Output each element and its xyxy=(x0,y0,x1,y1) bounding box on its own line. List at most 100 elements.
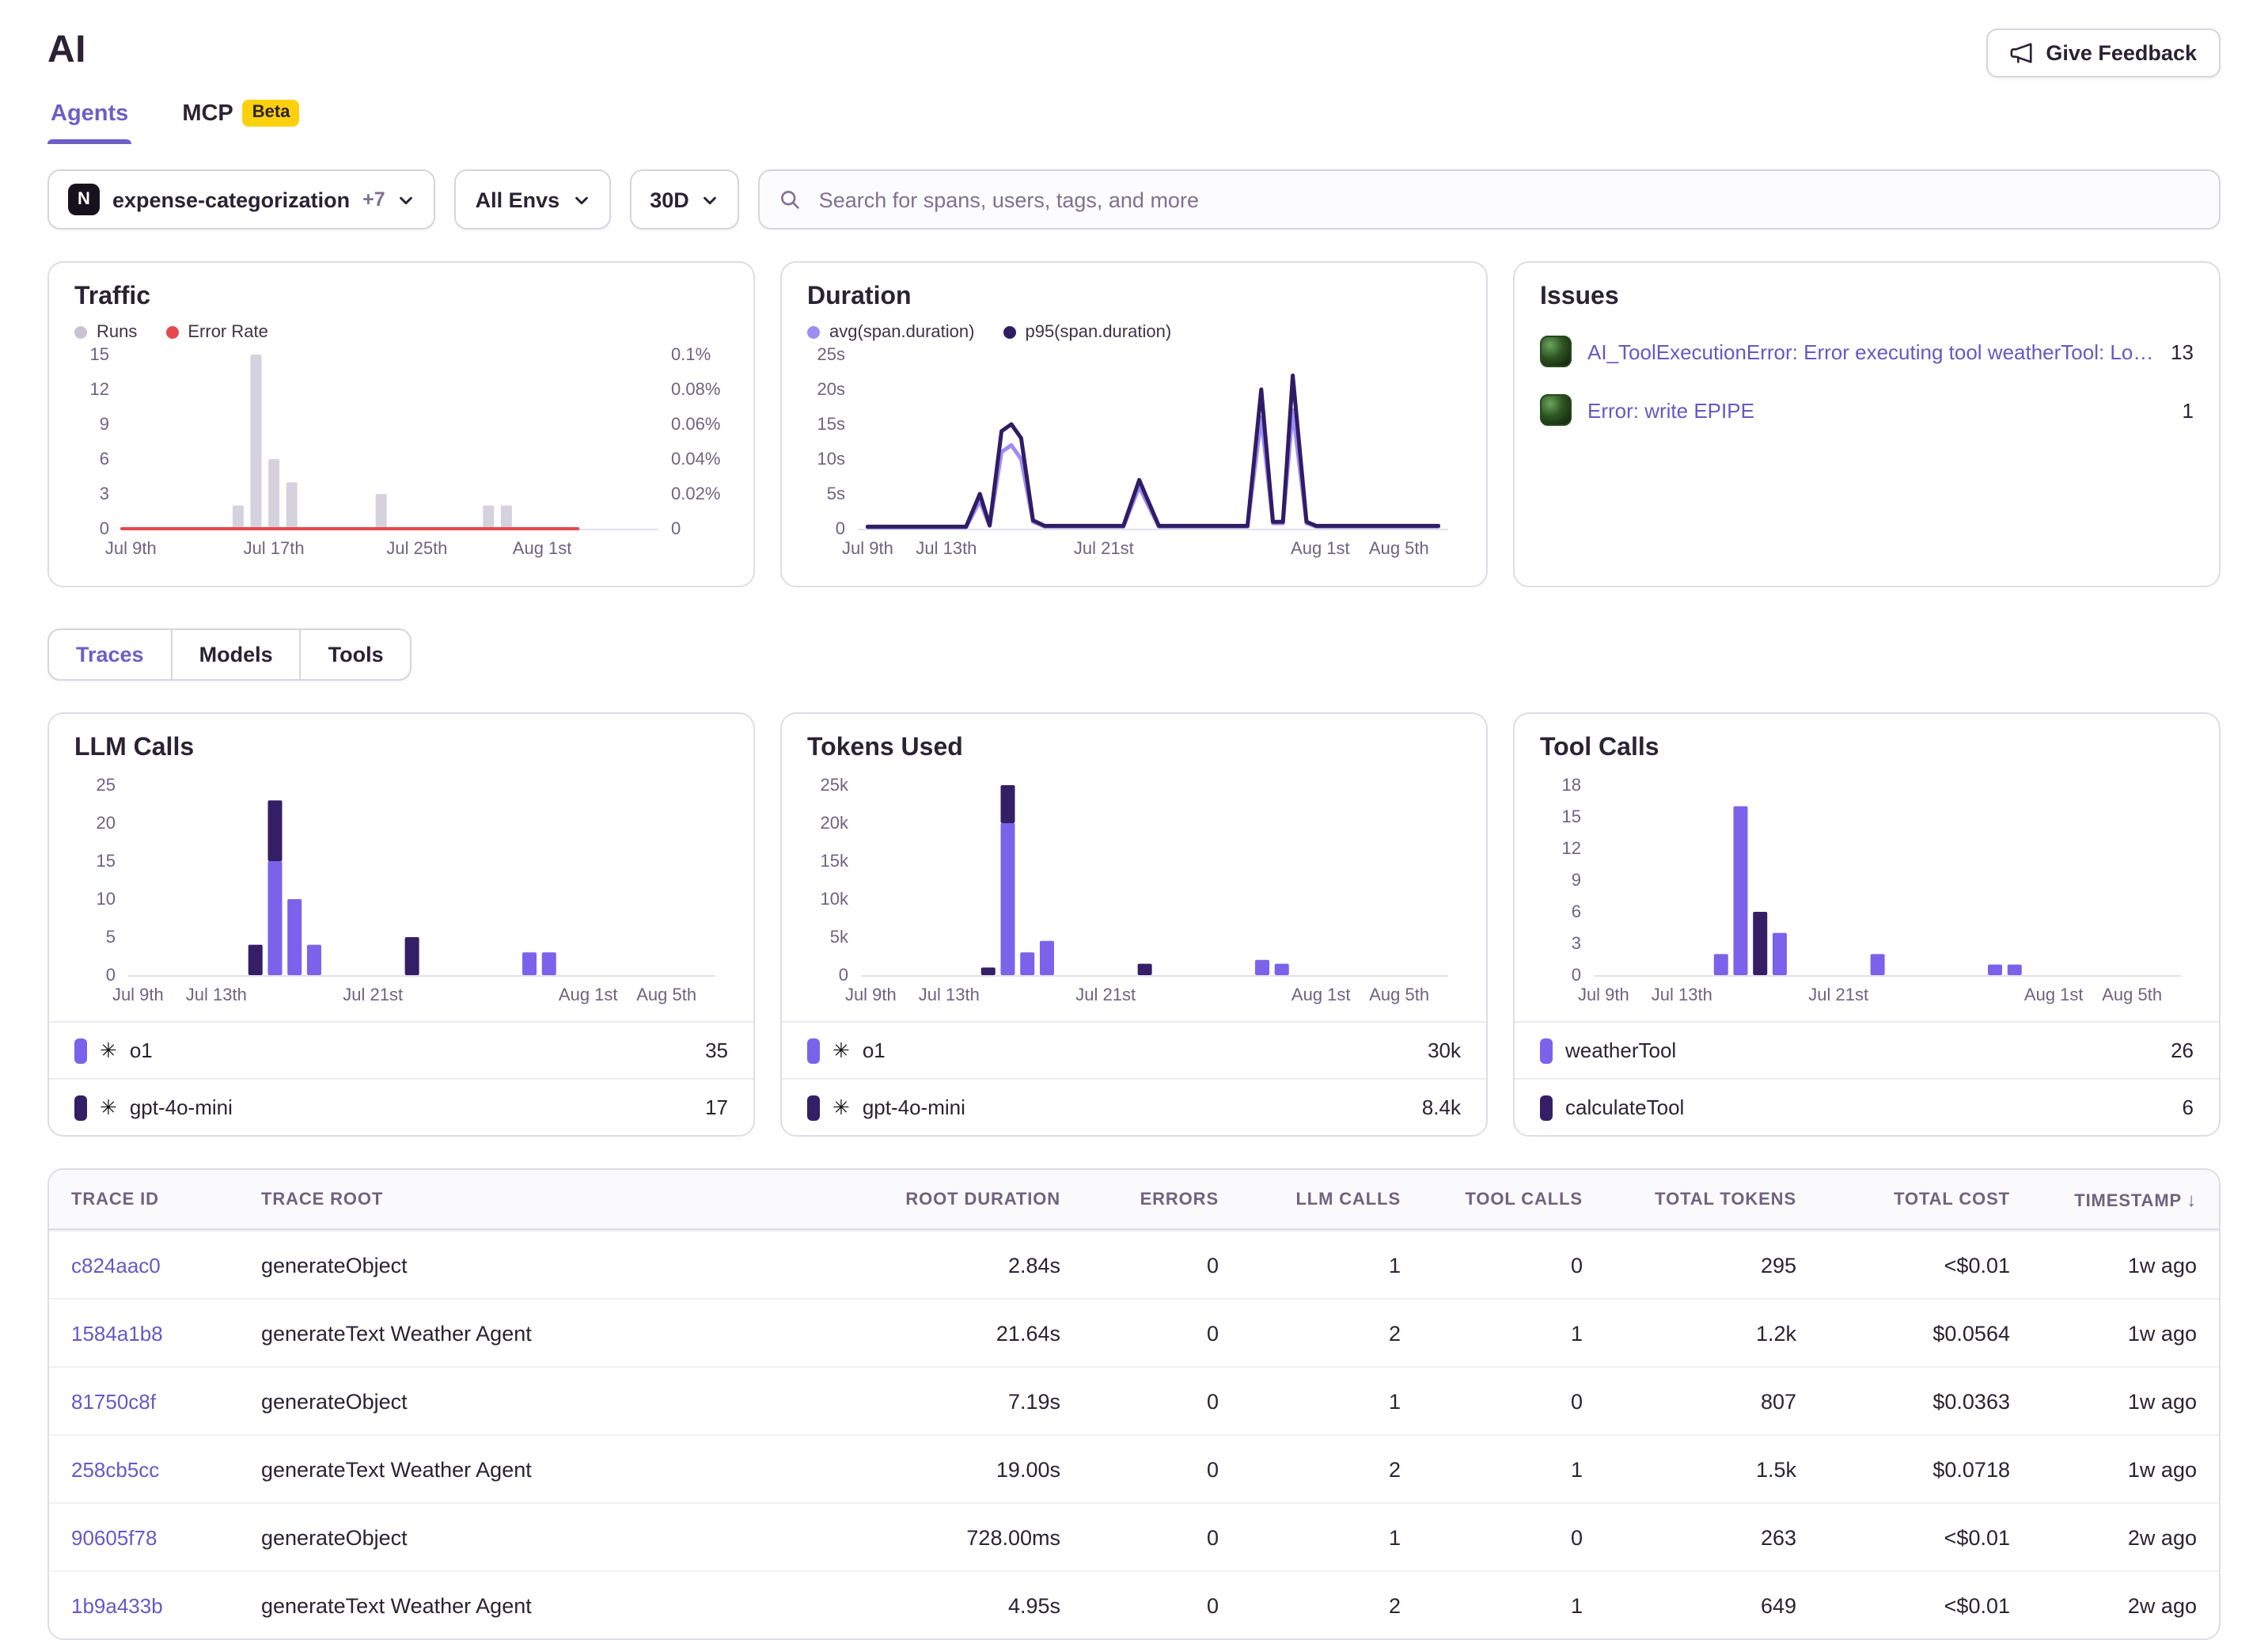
error-rate-legend-dot xyxy=(165,326,178,339)
timestamp[interactable]: 1w ago xyxy=(2128,1321,2197,1345)
subtab-models-label: Models xyxy=(199,643,273,666)
trace-root: generateObject xyxy=(239,1525,845,1549)
tool-calls-card-title: Tool Calls xyxy=(1540,735,2194,763)
timestamp[interactable]: 1w ago xyxy=(2128,1253,2197,1277)
errors: 0 xyxy=(1083,1593,1241,1617)
issue-link[interactable]: Error: write EPIPE xyxy=(1587,398,2167,422)
search-bar[interactable] xyxy=(759,169,2221,230)
total-cost: <$0.01 xyxy=(1819,1593,2032,1617)
series-color-chip xyxy=(74,1038,87,1063)
issue-item[interactable]: Error: write EPIPE 1 xyxy=(1540,391,2194,429)
tool-calls-card: Tool Calls 0369121518Jul 9thJul 13thJul … xyxy=(1513,712,2221,1137)
legend-row-gpt-4o-mini[interactable]: ✳ gpt-4o-mini 17 xyxy=(49,1078,753,1135)
svg-text:15: 15 xyxy=(1562,807,1581,826)
llm-calls: 2 xyxy=(1241,1457,1423,1481)
svg-text:Aug 1st: Aug 1st xyxy=(1291,538,1350,558)
give-feedback-label: Give Feedback xyxy=(2046,41,2197,65)
tool-value: 26 xyxy=(2171,1038,2194,1062)
subtab-models[interactable]: Models xyxy=(173,630,302,679)
svg-text:0: 0 xyxy=(1572,965,1581,985)
ai-agents-dashboard: AI Give Feedback Agents MCP Beta N expen… xyxy=(0,0,2268,1621)
svg-text:9: 9 xyxy=(1572,870,1581,890)
p95-duration-legend-dot xyxy=(1003,326,1015,339)
svg-text:Jul 13th: Jul 13th xyxy=(916,538,977,558)
runs-legend-label: Runs xyxy=(97,323,137,342)
llm-calls-legend: ✳ o1 35 ✳ gpt-4o-mini 17 xyxy=(49,1021,753,1135)
traffic-chart: 0369121500.02%0.04%0.06%0.08%0.1%Jul 9th… xyxy=(74,345,728,575)
trace-id-link[interactable]: 90605f78 xyxy=(71,1525,157,1549)
openai-icon: ✳ xyxy=(100,1097,117,1118)
tokens-used-card: Tokens Used 05k10k15k20k25kJul 9thJul 13… xyxy=(780,712,1488,1137)
trace-id-link[interactable]: 1b9a433b xyxy=(71,1593,163,1617)
search-input[interactable] xyxy=(816,186,2200,213)
trace-id-link[interactable]: 258cb5cc xyxy=(71,1457,159,1481)
table-row[interactable]: 1584a1b8 generateText Weather Agent 21.6… xyxy=(49,1298,2219,1366)
timestamp[interactable]: 1w ago xyxy=(2128,1457,2197,1481)
series-color-chip xyxy=(1540,1038,1553,1063)
col-tool-calls[interactable]: TOOL CALLS xyxy=(1423,1190,1605,1209)
tab-agents[interactable]: Agents xyxy=(47,92,131,144)
col-llm-calls[interactable]: LLM CALLS xyxy=(1241,1190,1423,1209)
svg-text:3: 3 xyxy=(100,484,109,503)
col-trace-id[interactable]: TRACE ID xyxy=(49,1190,239,1209)
errors: 0 xyxy=(1083,1253,1241,1277)
model-value: 30k xyxy=(1428,1038,1461,1062)
table-row[interactable]: c824aac0 generateObject 2.84s 0 1 0 295 … xyxy=(49,1230,2219,1298)
timestamp[interactable]: 2w ago xyxy=(2128,1593,2197,1617)
sort-desc-icon: ↓ xyxy=(2186,1188,2197,1210)
legend-row-calculateTool[interactable]: calculateTool 6 xyxy=(1515,1078,2219,1135)
llm-calls: 1 xyxy=(1241,1525,1423,1549)
legend-row-weatherTool[interactable]: weatherTool 26 xyxy=(1515,1021,2219,1078)
legend-row-gpt-4o-mini[interactable]: ✳ gpt-4o-mini 8.4k xyxy=(782,1078,1486,1135)
legend-row-o1[interactable]: ✳ o1 30k xyxy=(782,1021,1486,1078)
col-trace-root[interactable]: TRACE ROOT xyxy=(239,1190,845,1209)
date-range-selector[interactable]: 30D xyxy=(629,169,740,230)
traffic-card-title: Traffic xyxy=(74,283,728,312)
svg-text:Aug 5th: Aug 5th xyxy=(1369,985,1429,1004)
trace-id-link[interactable]: c824aac0 xyxy=(71,1253,161,1277)
issue-item[interactable]: AI_ToolExecutionError: Error executing t… xyxy=(1540,332,2194,370)
svg-text:15s: 15s xyxy=(817,414,845,434)
col-total-tokens[interactable]: TOTAL TOKENS xyxy=(1605,1190,1819,1209)
svg-text:3: 3 xyxy=(1572,933,1581,953)
timestamp[interactable]: 2w ago xyxy=(2128,1525,2197,1549)
issue-link[interactable]: AI_ToolExecutionError: Error executing t… xyxy=(1587,340,2155,363)
environment-selector[interactable]: All Envs xyxy=(455,169,611,230)
table-row[interactable]: 81750c8f generateObject 7.19s 0 1 0 807 … xyxy=(49,1366,2219,1434)
svg-text:5: 5 xyxy=(106,927,116,947)
issue-count: 13 xyxy=(2171,340,2194,363)
root-duration: 728.00ms xyxy=(845,1525,1083,1549)
table-row[interactable]: 1b9a433b generateText Weather Agent 4.95… xyxy=(49,1570,2219,1638)
col-errors[interactable]: ERRORS xyxy=(1083,1190,1241,1209)
svg-text:15: 15 xyxy=(97,851,116,871)
p95-duration-legend-label: p95(span.duration) xyxy=(1025,323,1171,342)
llm-calls: 1 xyxy=(1241,1253,1423,1277)
trace-id-link[interactable]: 1584a1b8 xyxy=(71,1321,163,1345)
svg-text:25: 25 xyxy=(97,776,116,795)
root-duration: 19.00s xyxy=(845,1457,1083,1481)
llm-calls-card: LLM Calls 0510152025Jul 9thJul 13thJul 2… xyxy=(47,712,755,1137)
timestamp[interactable]: 1w ago xyxy=(2128,1389,2197,1413)
root-duration: 21.64s xyxy=(845,1321,1083,1345)
svg-text:Aug 5th: Aug 5th xyxy=(636,985,696,1004)
subtab-tools[interactable]: Tools xyxy=(302,630,411,679)
give-feedback-button[interactable]: Give Feedback xyxy=(1985,28,2221,78)
subtab-traces[interactable]: Traces xyxy=(49,630,173,679)
table-row[interactable]: 258cb5cc generateText Weather Agent 19.0… xyxy=(49,1434,2219,1502)
col-total-cost[interactable]: TOTAL COST xyxy=(1819,1190,2032,1209)
table-row[interactable]: 90605f78 generateObject 728.00ms 0 1 0 2… xyxy=(49,1502,2219,1570)
project-selector[interactable]: N expense-categorization +7 xyxy=(47,169,436,230)
col-root-duration[interactable]: ROOT DURATION xyxy=(845,1190,1083,1209)
series-color-chip xyxy=(1540,1095,1553,1120)
series-color-chip xyxy=(807,1095,820,1120)
svg-text:Jul 25th: Jul 25th xyxy=(386,538,447,558)
svg-text:Aug 1st: Aug 1st xyxy=(559,985,618,1004)
trace-id-link[interactable]: 81750c8f xyxy=(71,1389,156,1413)
tool-calls: 0 xyxy=(1423,1389,1605,1413)
col-timestamp[interactable]: TIMESTAMP↓ xyxy=(2032,1188,2219,1210)
tool-calls-legend: weatherTool 26 calculateTool 6 xyxy=(1515,1021,2219,1135)
legend-row-o1[interactable]: ✳ o1 35 xyxy=(49,1021,753,1078)
svg-text:Jul 9th: Jul 9th xyxy=(842,538,893,558)
error-rate-legend-label: Error Rate xyxy=(188,323,268,342)
tab-mcp[interactable]: MCP Beta xyxy=(179,90,302,144)
